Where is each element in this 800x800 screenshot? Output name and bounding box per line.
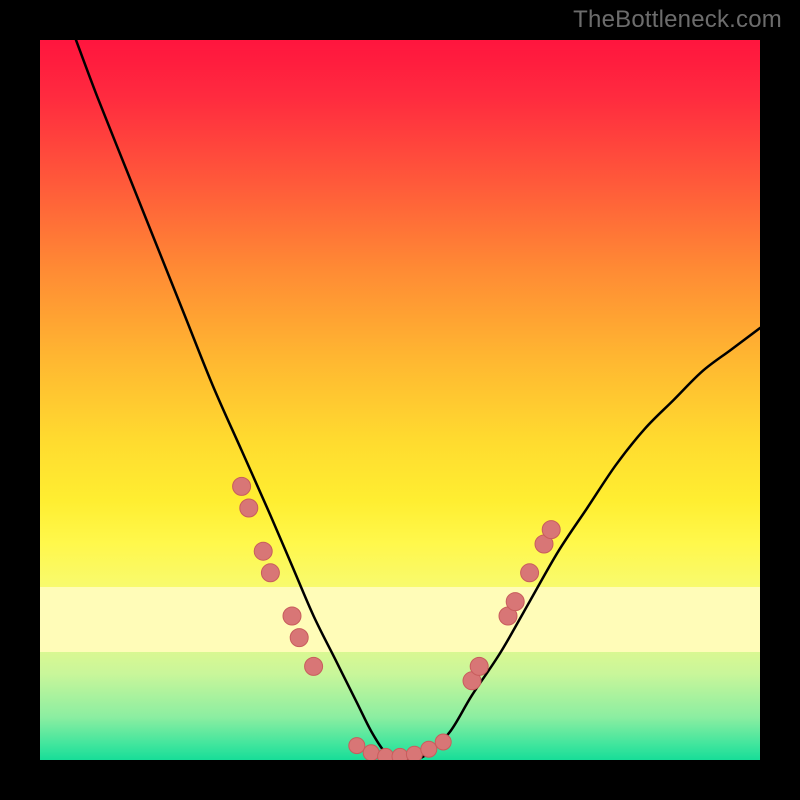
curve-dot: [378, 748, 394, 760]
curve-dot: [283, 607, 301, 625]
curve-dot: [290, 629, 308, 647]
curve-dot: [421, 741, 437, 757]
curve-marker-dots: [233, 477, 561, 760]
curve-dot: [406, 746, 422, 760]
curve-dot: [240, 499, 258, 517]
curve-dot: [305, 657, 323, 675]
curve-dot: [254, 542, 272, 560]
chart-frame: TheBottleneck.com: [0, 0, 800, 800]
plot-area: [40, 40, 760, 760]
curve-dot: [521, 564, 539, 582]
curve-dot: [470, 657, 488, 675]
curve-dot: [261, 564, 279, 582]
bottleneck-curve-path: [76, 40, 760, 760]
curve-dot: [435, 734, 451, 750]
bottleneck-curve-svg: [40, 40, 760, 760]
attribution-label: TheBottleneck.com: [573, 6, 782, 34]
curve-dot: [233, 477, 251, 495]
curve-dot: [392, 748, 408, 760]
curve-dot: [506, 593, 524, 611]
curve-dot: [363, 745, 379, 760]
curve-dot: [542, 521, 560, 539]
curve-dot: [349, 738, 365, 754]
